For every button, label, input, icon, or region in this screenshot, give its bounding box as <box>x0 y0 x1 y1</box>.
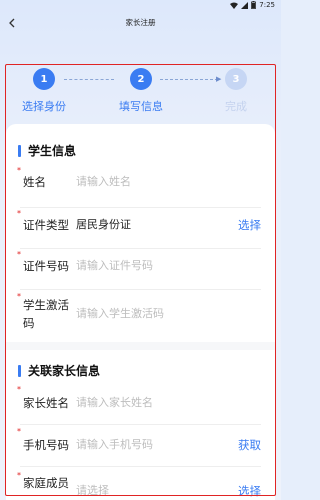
family-member-input[interactable]: 请选择 <box>76 483 109 499</box>
id-type-label: 证件类型 <box>23 218 69 232</box>
parent-name-label: 家长姓名 <box>23 396 69 410</box>
signal-icon <box>241 1 249 9</box>
phone-label: 手机号码 <box>23 438 69 452</box>
id-number-label: 证件号码 <box>23 259 69 273</box>
battery-icon <box>251 1 257 9</box>
nav-bar: 家长注册 <box>0 12 281 34</box>
id-number-row[interactable]: * 证件号码 请输入证件号码 <box>17 250 261 290</box>
section-divider <box>6 342 275 350</box>
required-mark: * <box>17 250 21 259</box>
step-1: 1 选择身份 <box>14 68 74 114</box>
step-connector-1 <box>64 79 114 80</box>
required-mark: * <box>17 166 21 175</box>
step-3-number: 3 <box>225 68 247 90</box>
family-member-row[interactable]: * 家庭成员 请选择 选择 <box>17 471 261 500</box>
section-accent-bar <box>18 144 21 157</box>
required-mark: * <box>17 427 21 436</box>
status-icons: 7:25 <box>230 1 275 9</box>
student-name-row[interactable]: * 姓名 请输入姓名 <box>17 166 261 208</box>
parent-name-input[interactable]: 请输入家长姓名 <box>76 395 153 411</box>
phone-row[interactable]: * 手机号码 请输入手机号码 获取 <box>17 427 261 467</box>
required-mark: * <box>17 385 21 394</box>
student-section-title: 学生信息 <box>28 144 77 158</box>
student-name-label: 姓名 <box>23 175 46 189</box>
activation-code-label-line2: 码 <box>23 316 35 330</box>
step-1-number: 1 <box>33 68 55 90</box>
activation-code-label-line1: 学生激活 <box>23 298 69 312</box>
step-3: 3 完成 <box>206 68 266 114</box>
family-member-select-button[interactable]: 选择 <box>238 483 261 499</box>
status-bar: 7:25 <box>0 0 281 12</box>
phone-input[interactable]: 请输入手机号码 <box>76 437 153 453</box>
status-time: 7:25 <box>259 1 275 9</box>
parent-section-title: 关联家长信息 <box>28 364 101 378</box>
step-3-label: 完成 <box>225 100 247 113</box>
student-name-input[interactable]: 请输入姓名 <box>76 174 131 190</box>
registration-screen: 7:25 家长注册 1 选择身份 2 填写信息 ▶ 3 完成 学生信息 * 姓名… <box>0 0 281 500</box>
required-mark: * <box>17 209 21 218</box>
step-2: 2 填写信息 <box>111 68 171 114</box>
id-type-row[interactable]: * 证件类型 居民身份证 选择 <box>17 209 261 249</box>
required-mark: * <box>17 471 21 480</box>
id-type-value: 居民身份证 <box>76 218 131 231</box>
stepper: 1 选择身份 2 填写信息 ▶ 3 完成 <box>6 66 275 118</box>
id-number-input[interactable]: 请输入证件号码 <box>76 258 153 274</box>
required-mark: * <box>17 292 21 301</box>
student-section-header: 学生信息 <box>18 142 76 159</box>
page-title: 家长注册 <box>125 18 156 27</box>
parent-name-row[interactable]: * 家长姓名 请输入家长姓名 <box>17 385 261 425</box>
family-member-label: 家庭成员 <box>23 476 69 490</box>
activation-code-row[interactable]: * 学生激活 码 请输入学生激活码 <box>17 292 261 340</box>
id-type-select-button[interactable]: 选择 <box>238 217 261 233</box>
form-card: 学生信息 * 姓名 请输入姓名 * 证件类型 居民身份证 选择 * 证件号码 请… <box>6 124 275 500</box>
step-2-label: 填写信息 <box>119 100 163 113</box>
wifi-icon <box>230 2 239 9</box>
get-code-button[interactable]: 获取 <box>238 437 261 453</box>
section-accent-bar <box>18 364 21 377</box>
parent-section-header: 关联家长信息 <box>18 362 100 379</box>
step-2-number: 2 <box>130 68 152 90</box>
activation-code-input[interactable]: 请输入学生激活码 <box>76 306 164 322</box>
step-1-label: 选择身份 <box>22 100 66 113</box>
